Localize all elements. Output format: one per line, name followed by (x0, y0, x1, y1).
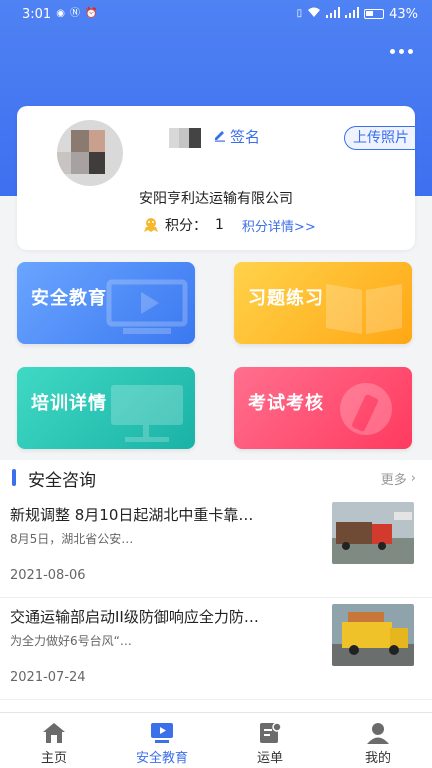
tab-label: 我的 (364, 751, 391, 766)
tab-safety-education[interactable]: 安全教育 (108, 713, 216, 768)
exam-assessment-tile[interactable]: 考试考核 (234, 367, 412, 449)
avatar[interactable] (57, 120, 123, 186)
safety-education-tile[interactable]: 安全教育 (17, 262, 195, 344)
signature-label: 签名 (230, 128, 261, 146)
eye-icon: ◉ (56, 8, 65, 19)
status-time: 3:01 (22, 6, 52, 22)
user-icon (367, 723, 389, 744)
news-list-item[interactable]: 新规调整 8月10日起湖北中重卡靠… 8月5日，湖北省公安… 2021-08-0… (0, 496, 432, 598)
signal-icon (326, 7, 341, 21)
chevron-right-icon: › (410, 471, 416, 486)
news-more-link[interactable]: 更多 › (381, 469, 416, 488)
tab-waybill[interactable]: 运单 (216, 713, 324, 768)
tab-home[interactable]: 主页 (0, 713, 108, 768)
tab-label: 主页 (40, 751, 67, 766)
wifi-icon (307, 7, 321, 21)
tab-label: 运单 (256, 751, 283, 766)
points-row: 积分： 1 积分详情>> (143, 215, 316, 235)
news-list-item[interactable]: 交通运输部启动II级防御响应全力防… 为全力做好6号台风“… 2021-07-2… (0, 598, 432, 700)
exam-pen-icon (340, 383, 392, 435)
tile-label: 安全教育 (31, 288, 107, 309)
user-name-redacted (169, 128, 205, 148)
news-title: 交通运输部启动II级防御响应全力防… (10, 608, 259, 626)
alarm-icon: ⏰ (84, 8, 98, 19)
tile-label: 培训详情 (31, 393, 107, 414)
more-dots-icon (389, 48, 395, 54)
medal-icon (144, 218, 158, 232)
news-thumbnail (332, 502, 414, 564)
signal-icon (345, 7, 360, 21)
tab-mine[interactable]: 我的 (324, 713, 432, 768)
safety-news-section: 安全咨询 更多 › 新规调整 8月10日起湖北中重卡靠… 8月5日，湖北省公安…… (0, 460, 432, 712)
vibrate-icon: ▯ (296, 8, 303, 19)
status-bar: 3:01 ◉ Ⓝ ⏰ ▯ 43% (0, 0, 432, 28)
news-date: 2021-07-24 (10, 670, 86, 685)
company-name: 安阳亨利达运输有限公司 (139, 191, 293, 207)
battery-level: 43% (389, 6, 418, 22)
tile-label: 习题练习 (248, 288, 324, 309)
news-summary: 为全力做好6号台风“… (10, 634, 132, 648)
nfc-icon: Ⓝ (69, 8, 80, 19)
battery-icon (364, 9, 385, 19)
points-label: 积分： (165, 218, 207, 234)
tab-label: 安全教育 (135, 751, 188, 766)
video-board-icon (151, 723, 173, 743)
training-details-tile[interactable]: 培训详情 (17, 367, 195, 449)
easel-board-icon (111, 385, 183, 442)
more-options-button[interactable] (384, 40, 418, 62)
news-section-title: 安全咨询 (28, 471, 96, 491)
news-summary: 8月5日，湖北省公安… (10, 532, 134, 546)
bottom-tab-bar: 主页 安全教育 运单 我的 (0, 712, 432, 768)
tile-label: 考试考核 (248, 393, 324, 414)
points-value: 1 (215, 217, 224, 233)
waybill-icon (260, 722, 282, 743)
signature-link[interactable]: 签名 (213, 126, 260, 147)
pencil-icon (213, 128, 227, 146)
news-thumbnail (332, 604, 414, 666)
exercise-practice-tile[interactable]: 习题练习 (234, 262, 412, 344)
video-board-icon (106, 279, 188, 334)
points-detail-link[interactable]: 积分详情>> (242, 216, 316, 235)
profile-card: 签名 上传照片 安阳亨利达运输有限公司 积分： 1 积分详情>> (17, 106, 415, 250)
home-icon (43, 723, 65, 743)
news-date: 2021-08-06 (10, 568, 86, 583)
news-title: 新规调整 8月10日起湖北中重卡靠… (10, 506, 254, 524)
open-book-icon (326, 284, 402, 334)
news-header: 安全咨询 更多 › (0, 460, 432, 496)
upload-photo-button[interactable]: 上传照片 (344, 126, 415, 150)
